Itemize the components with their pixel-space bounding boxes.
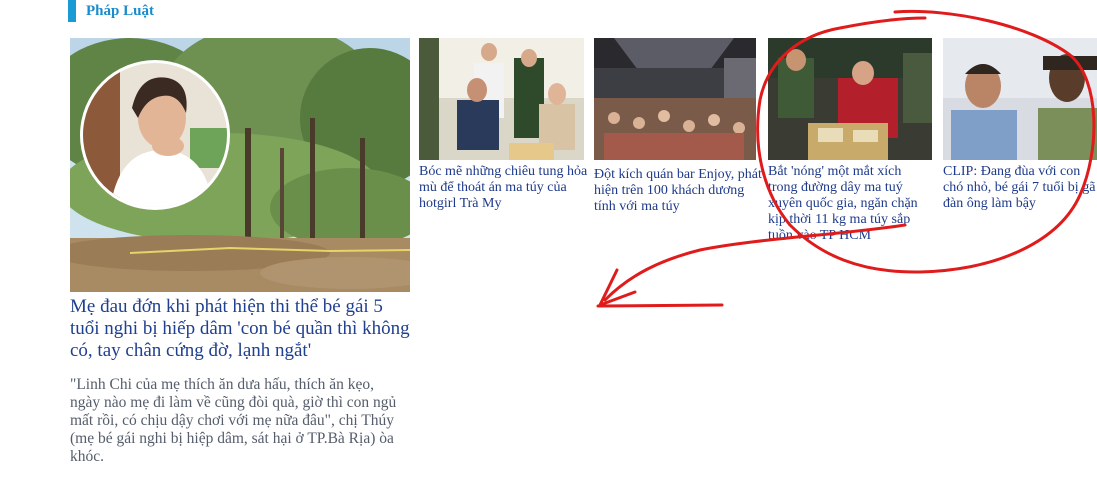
section-title[interactable]: Pháp Luật	[86, 3, 154, 20]
annotation-underline	[596, 303, 724, 308]
lead-article-title[interactable]: Mẹ đau đớn khi phát hiện thi thể bé gái …	[70, 296, 415, 362]
article-1-title[interactable]: Bóc mẽ những chiêu tung hỏa mù để thoát …	[419, 164, 589, 212]
lead-article-summary: "Linh Chi của mẹ thích ăn dưa hấu, thích…	[70, 376, 397, 465]
section-header: Pháp Luật	[68, 0, 154, 22]
annotation-arrow-head	[598, 268, 637, 307]
lead-article-image[interactable]	[70, 38, 410, 292]
article-4-title[interactable]: CLIP: Đang đùa với con chó nhỏ, bé gái 7…	[943, 164, 1097, 212]
article-3-title[interactable]: Bắt 'nóng' một mắt xích trong đường dây …	[768, 164, 930, 244]
article-2-image[interactable]	[594, 38, 756, 160]
article-1-image[interactable]	[419, 38, 584, 160]
section-accent-bar	[68, 0, 76, 22]
article-4-image[interactable]	[943, 38, 1097, 160]
article-2-title[interactable]: Đột kích quán bar Enjoy, phát hiện trên …	[594, 167, 762, 215]
article-3-image[interactable]	[768, 38, 932, 160]
